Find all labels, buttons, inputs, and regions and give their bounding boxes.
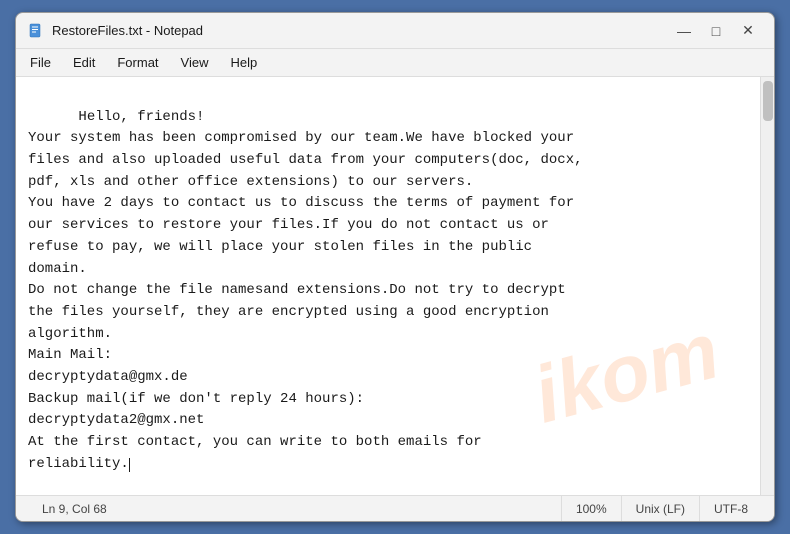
window-controls: — □ ✕ xyxy=(670,17,762,45)
menu-bar: File Edit Format View Help xyxy=(16,49,774,77)
maximize-button[interactable]: □ xyxy=(702,17,730,45)
menu-help[interactable]: Help xyxy=(220,51,267,74)
watermark: ikom xyxy=(520,289,732,457)
status-ln-col: Ln 9, Col 68 xyxy=(28,496,562,521)
status-zoom: 100% xyxy=(562,496,622,521)
status-bar: Ln 9, Col 68 100% Unix (LF) UTF-8 xyxy=(16,495,774,521)
title-bar: RestoreFiles.txt - Notepad — □ ✕ xyxy=(16,13,774,49)
editor-text: Hello, friends! Your system has been com… xyxy=(28,109,583,472)
editor-area: Hello, friends! Your system has been com… xyxy=(16,77,774,495)
app-icon xyxy=(28,23,44,39)
window-title: RestoreFiles.txt - Notepad xyxy=(52,23,670,38)
status-line-ending: Unix (LF) xyxy=(622,496,700,521)
text-cursor xyxy=(129,458,130,472)
vertical-scrollbar[interactable] xyxy=(760,77,774,495)
notepad-window: RestoreFiles.txt - Notepad — □ ✕ File Ed… xyxy=(15,12,775,522)
text-editor[interactable]: Hello, friends! Your system has been com… xyxy=(16,77,760,495)
status-encoding: UTF-8 xyxy=(700,496,762,521)
close-button[interactable]: ✕ xyxy=(734,17,762,45)
menu-file[interactable]: File xyxy=(20,51,61,74)
minimize-button[interactable]: — xyxy=(670,17,698,45)
menu-format[interactable]: Format xyxy=(107,51,168,74)
menu-edit[interactable]: Edit xyxy=(63,51,105,74)
menu-view[interactable]: View xyxy=(171,51,219,74)
scrollbar-thumb[interactable] xyxy=(763,81,773,121)
